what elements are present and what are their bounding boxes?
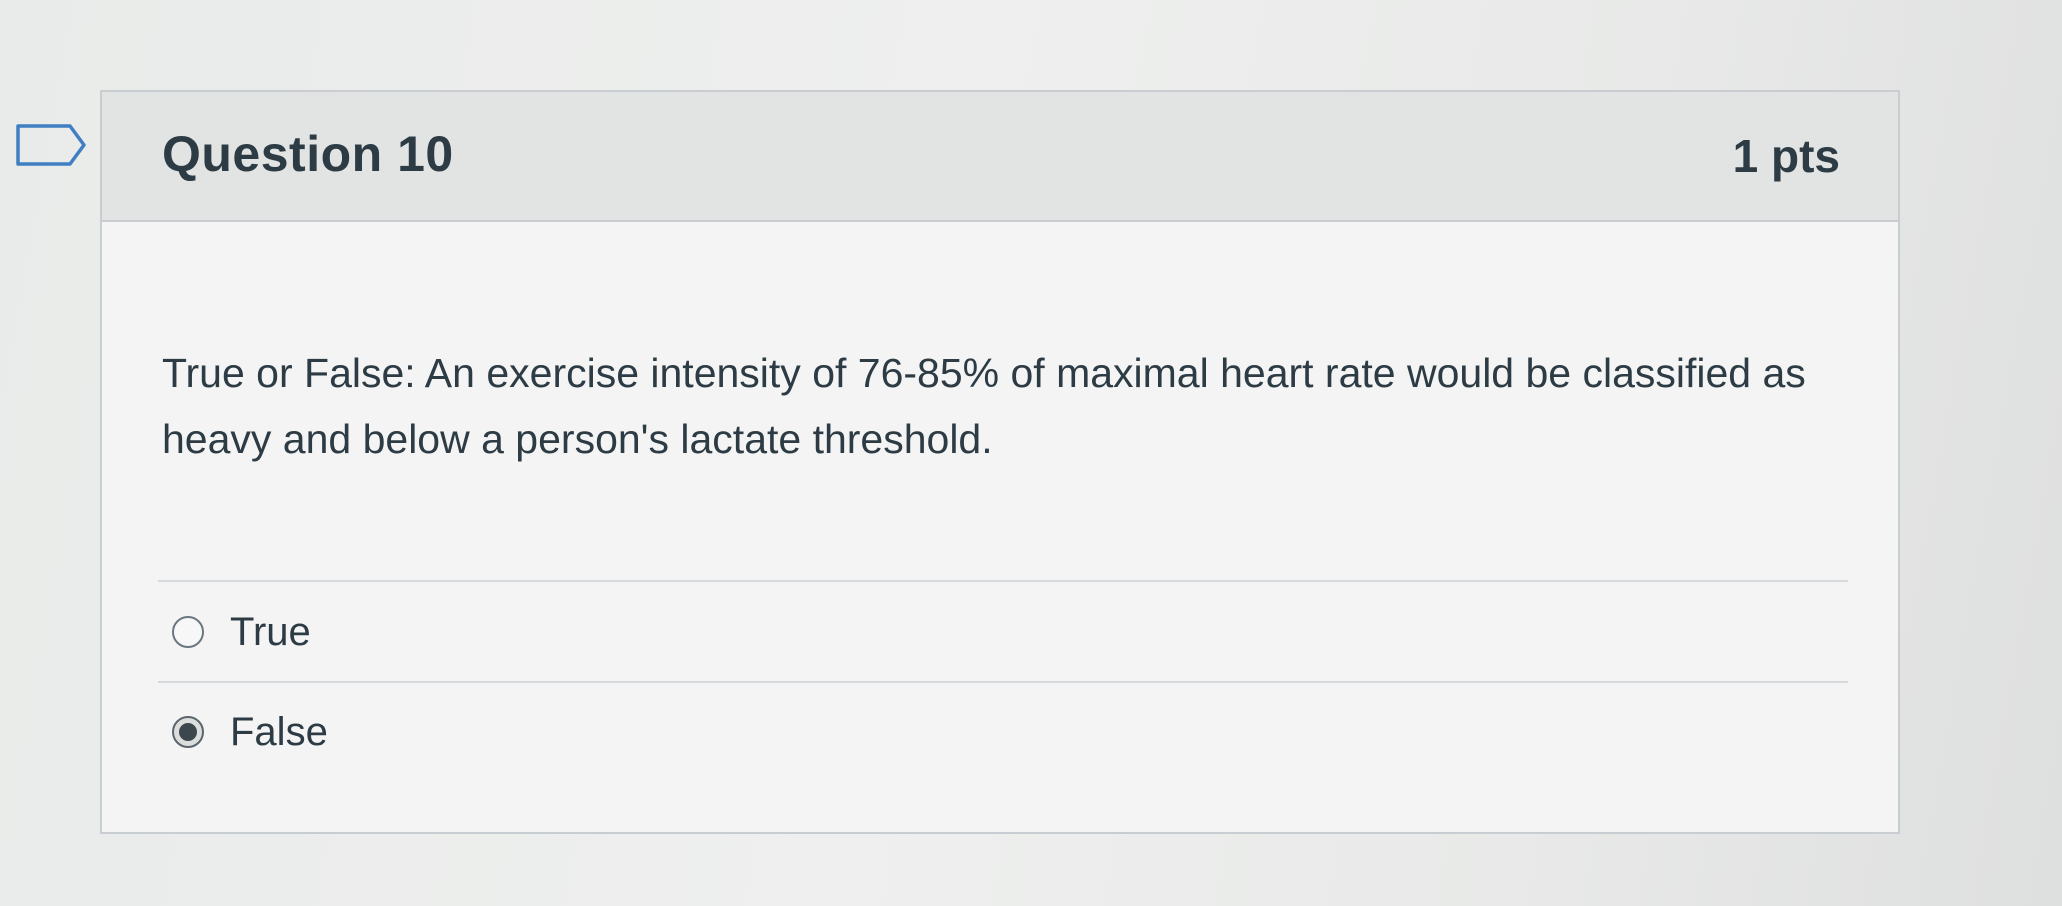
radio-true[interactable] [172, 616, 204, 648]
flag-question-icon[interactable] [14, 122, 88, 168]
answer-option-false[interactable]: False [172, 702, 672, 762]
question-points: 1 pts [1732, 130, 1840, 182]
answer-option-true[interactable]: True [172, 602, 672, 662]
question-text: True or False: An exercise intensity of … [162, 350, 1806, 462]
answer-label-true: True [230, 610, 311, 654]
radio-false[interactable] [172, 716, 204, 748]
answer-divider [158, 681, 1848, 683]
question-title: Question 10 [162, 126, 454, 182]
question-header: Question 10 1 pts [102, 92, 1898, 222]
answer-label-false: False [230, 710, 328, 754]
question-card: Question 10 1 pts True or False: An exer… [100, 90, 1900, 834]
answer-divider [158, 580, 1848, 582]
